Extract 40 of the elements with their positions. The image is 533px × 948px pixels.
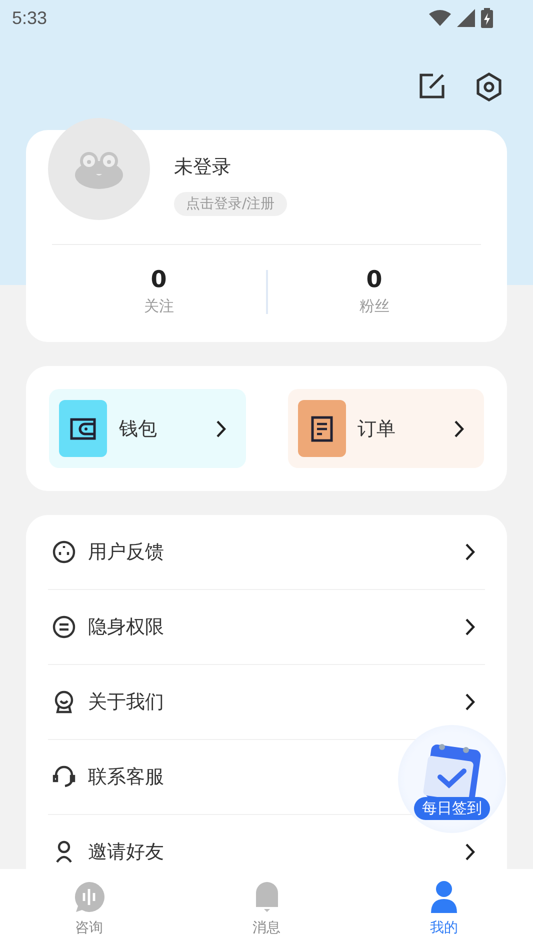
- menu-label[interactable]: 用户反馈: [88, 539, 164, 565]
- status-time: 5:33: [12, 8, 48, 28]
- menu-label[interactable]: 隐身权限: [88, 614, 164, 640]
- frog-avatar-icon: [74, 149, 124, 189]
- smile-circle-icon: [52, 540, 76, 564]
- chevron-icon: [465, 693, 475, 711]
- login-status: 未登录: [174, 155, 231, 180]
- equal-circle-icon: [52, 615, 76, 639]
- chevron-icon: [465, 543, 475, 561]
- chevron-icon: [454, 420, 464, 438]
- signal-icon: [457, 9, 475, 27]
- stat-count: 0: [150, 267, 167, 293]
- person-icon: [431, 880, 458, 912]
- stat-count: 0: [366, 267, 382, 293]
- bell-icon: [254, 880, 280, 912]
- stat-label: 粉丝: [359, 297, 390, 316]
- voice-chat-icon: [72, 880, 105, 912]
- battery-icon: [481, 8, 493, 28]
- menu-label[interactable]: 关于我们: [88, 689, 164, 715]
- tab[interactable]: 消息: [178, 869, 356, 948]
- wallet-icon: [70, 418, 96, 440]
- menu-label[interactable]: 联系客服: [88, 764, 164, 790]
- tab[interactable]: 我的: [355, 869, 533, 948]
- shortcut-tile[interactable]: 钱包: [49, 389, 246, 468]
- badge-icon: [52, 690, 76, 714]
- shortcut-label: 订单: [358, 416, 396, 442]
- document-icon: [310, 416, 332, 442]
- tab[interactable]: 咨询: [0, 869, 178, 948]
- stat-label: 关注: [144, 297, 174, 316]
- chevron-icon: [216, 420, 226, 438]
- check-in-label: 每日签到: [414, 796, 490, 820]
- wifi-icon: [429, 10, 451, 26]
- shortcut-label: 钱包: [119, 416, 158, 442]
- headset-icon: [52, 765, 76, 789]
- edit-icon[interactable]: [418, 72, 446, 100]
- menu-label[interactable]: 邀请好友: [88, 839, 164, 865]
- chevron-icon: [465, 843, 475, 861]
- chevron-icon: [465, 618, 475, 636]
- shortcut-tile[interactable]: 订单: [288, 389, 484, 468]
- settings-icon[interactable]: [474, 72, 504, 102]
